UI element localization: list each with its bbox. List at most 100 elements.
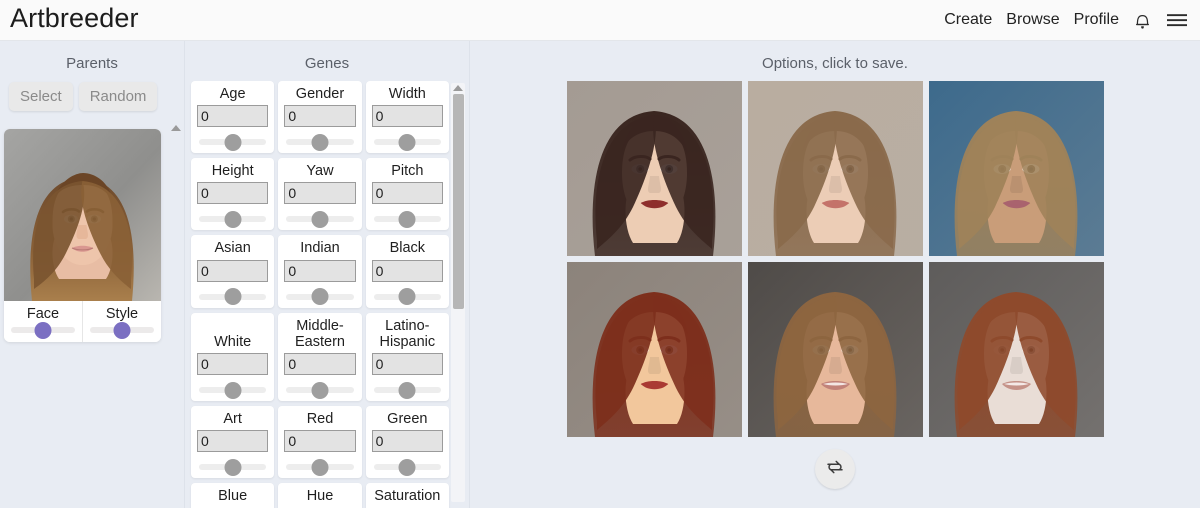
- gene-card: Age: [191, 81, 275, 154]
- gene-value-input[interactable]: [197, 353, 269, 376]
- gene-label: Black: [389, 240, 426, 257]
- gene-slider-thumb[interactable]: [398, 458, 416, 476]
- gene-slider-thumb[interactable]: [398, 210, 416, 228]
- style-slider-track[interactable]: [90, 321, 154, 339]
- option-portrait-5[interactable]: [747, 262, 923, 437]
- option-portrait-3[interactable]: [928, 81, 1104, 256]
- gene-slider-thumb[interactable]: [398, 381, 416, 399]
- genes-scrollbar-thumb[interactable]: [452, 94, 464, 309]
- style-slider-thumb[interactable]: [113, 321, 131, 339]
- gene-value-input[interactable]: [371, 259, 443, 282]
- gene-slider-thumb[interactable]: [311, 210, 329, 228]
- gene-slider-track[interactable]: [373, 458, 441, 476]
- gene-slider-track[interactable]: [373, 133, 441, 151]
- style-slider-label: Style: [105, 306, 139, 322]
- gene-card: Asian: [191, 235, 275, 308]
- main-navigation: Create Browse Profile: [944, 10, 1188, 30]
- gene-slider-thumb[interactable]: [398, 288, 416, 306]
- gene-slider-track[interactable]: [286, 288, 354, 306]
- gene-slider-thumb[interactable]: [311, 381, 329, 399]
- gene-slider-track[interactable]: [373, 381, 441, 399]
- gene-slider-track[interactable]: [199, 288, 267, 306]
- gene-card: Red: [278, 406, 362, 479]
- option-portrait-2[interactable]: [747, 81, 923, 256]
- face-slider-track[interactable]: [11, 321, 75, 339]
- nav-link-create[interactable]: Create: [944, 11, 992, 29]
- gene-label: Yaw: [306, 163, 334, 180]
- genes-scroll-up-arrow-icon[interactable]: [453, 85, 463, 91]
- gene-slider-thumb[interactable]: [311, 133, 329, 151]
- genes-panel-title: Genes: [304, 55, 350, 72]
- gene-label: Hue: [306, 488, 334, 505]
- gene-card: Gender: [278, 81, 362, 154]
- gene-card: Black: [365, 235, 449, 308]
- gene-slider-track[interactable]: [373, 288, 441, 306]
- gene-slider-track[interactable]: [286, 133, 354, 151]
- gene-card: Green: [365, 406, 449, 479]
- gene-value-input[interactable]: [197, 259, 269, 282]
- face-slider-thumb[interactable]: [34, 321, 52, 339]
- gene-value-input[interactable]: [197, 182, 269, 205]
- gene-slider-thumb[interactable]: [224, 288, 242, 306]
- parent-portrait[interactable]: [4, 129, 161, 301]
- gene-value-input[interactable]: [284, 353, 356, 376]
- gene-label: Gender: [295, 86, 345, 102]
- hamburger-menu-icon[interactable]: [1166, 11, 1188, 29]
- gene-value-input[interactable]: [284, 182, 356, 205]
- gene-slider-track[interactable]: [286, 458, 354, 476]
- gene-slider-track[interactable]: [199, 133, 267, 151]
- gene-card: Saturation: [365, 483, 449, 508]
- gene-value-input[interactable]: [371, 430, 443, 453]
- shuffle-button[interactable]: [815, 449, 855, 489]
- random-button[interactable]: Random: [78, 82, 158, 111]
- gene-slider-thumb[interactable]: [311, 458, 329, 476]
- gene-value-input[interactable]: [371, 105, 443, 128]
- options-grid: [470, 80, 1200, 437]
- app-logo[interactable]: Artbreeder: [10, 5, 139, 35]
- gene-slider-thumb[interactable]: [224, 133, 242, 151]
- gene-card: Latino-​Hispanic: [365, 312, 449, 402]
- nav-link-profile[interactable]: Profile: [1074, 11, 1119, 29]
- gene-label: Green: [387, 411, 428, 428]
- parent-card[interactable]: Face Style: [4, 129, 161, 342]
- gene-label: Middle-​Eastern: [295, 317, 345, 350]
- gene-card: Hue: [278, 483, 362, 508]
- parents-action-buttons: Select Random: [0, 82, 184, 111]
- gene-slider-track[interactable]: [199, 210, 267, 228]
- main-content: Parents Select Random Face Style Genes A…: [0, 41, 1200, 508]
- option-portrait-1[interactable]: [566, 81, 742, 256]
- gene-value-input[interactable]: [197, 430, 269, 453]
- gene-slider-track[interactable]: [199, 381, 267, 399]
- gene-label: Width: [388, 86, 426, 102]
- gene-slider-thumb[interactable]: [311, 288, 329, 306]
- parents-scrollbar[interactable]: [170, 123, 182, 504]
- scroll-up-arrow-icon[interactable]: [171, 125, 181, 131]
- select-button[interactable]: Select: [9, 82, 73, 111]
- gene-label: White: [214, 333, 252, 350]
- gene-slider-thumb[interactable]: [224, 458, 242, 476]
- gene-slider-thumb[interactable]: [224, 210, 242, 228]
- gene-slider-track[interactable]: [286, 210, 354, 228]
- gene-slider-track[interactable]: [286, 381, 354, 399]
- option-portrait-4[interactable]: [566, 262, 742, 437]
- gene-value-input[interactable]: [371, 353, 443, 376]
- gene-value-input[interactable]: [197, 105, 269, 128]
- gene-slider-thumb[interactable]: [398, 133, 416, 151]
- gene-slider-track[interactable]: [373, 210, 441, 228]
- gene-slider-thumb[interactable]: [224, 381, 242, 399]
- bell-icon[interactable]: [1133, 10, 1152, 30]
- genes-scrollbar[interactable]: [451, 83, 465, 502]
- gene-card: Height: [191, 158, 275, 231]
- gene-slider-track[interactable]: [199, 458, 267, 476]
- gene-card: Width: [365, 81, 449, 154]
- gene-value-input[interactable]: [284, 105, 356, 128]
- gene-value-input[interactable]: [284, 430, 356, 453]
- nav-link-browse[interactable]: Browse: [1006, 11, 1059, 29]
- gene-card: Art: [191, 406, 275, 479]
- shuffle-icon: [824, 456, 846, 483]
- gene-label: Height: [211, 163, 254, 180]
- gene-label: Red: [306, 411, 334, 428]
- option-portrait-6[interactable]: [928, 262, 1104, 437]
- gene-value-input[interactable]: [371, 182, 443, 205]
- gene-value-input[interactable]: [284, 259, 356, 282]
